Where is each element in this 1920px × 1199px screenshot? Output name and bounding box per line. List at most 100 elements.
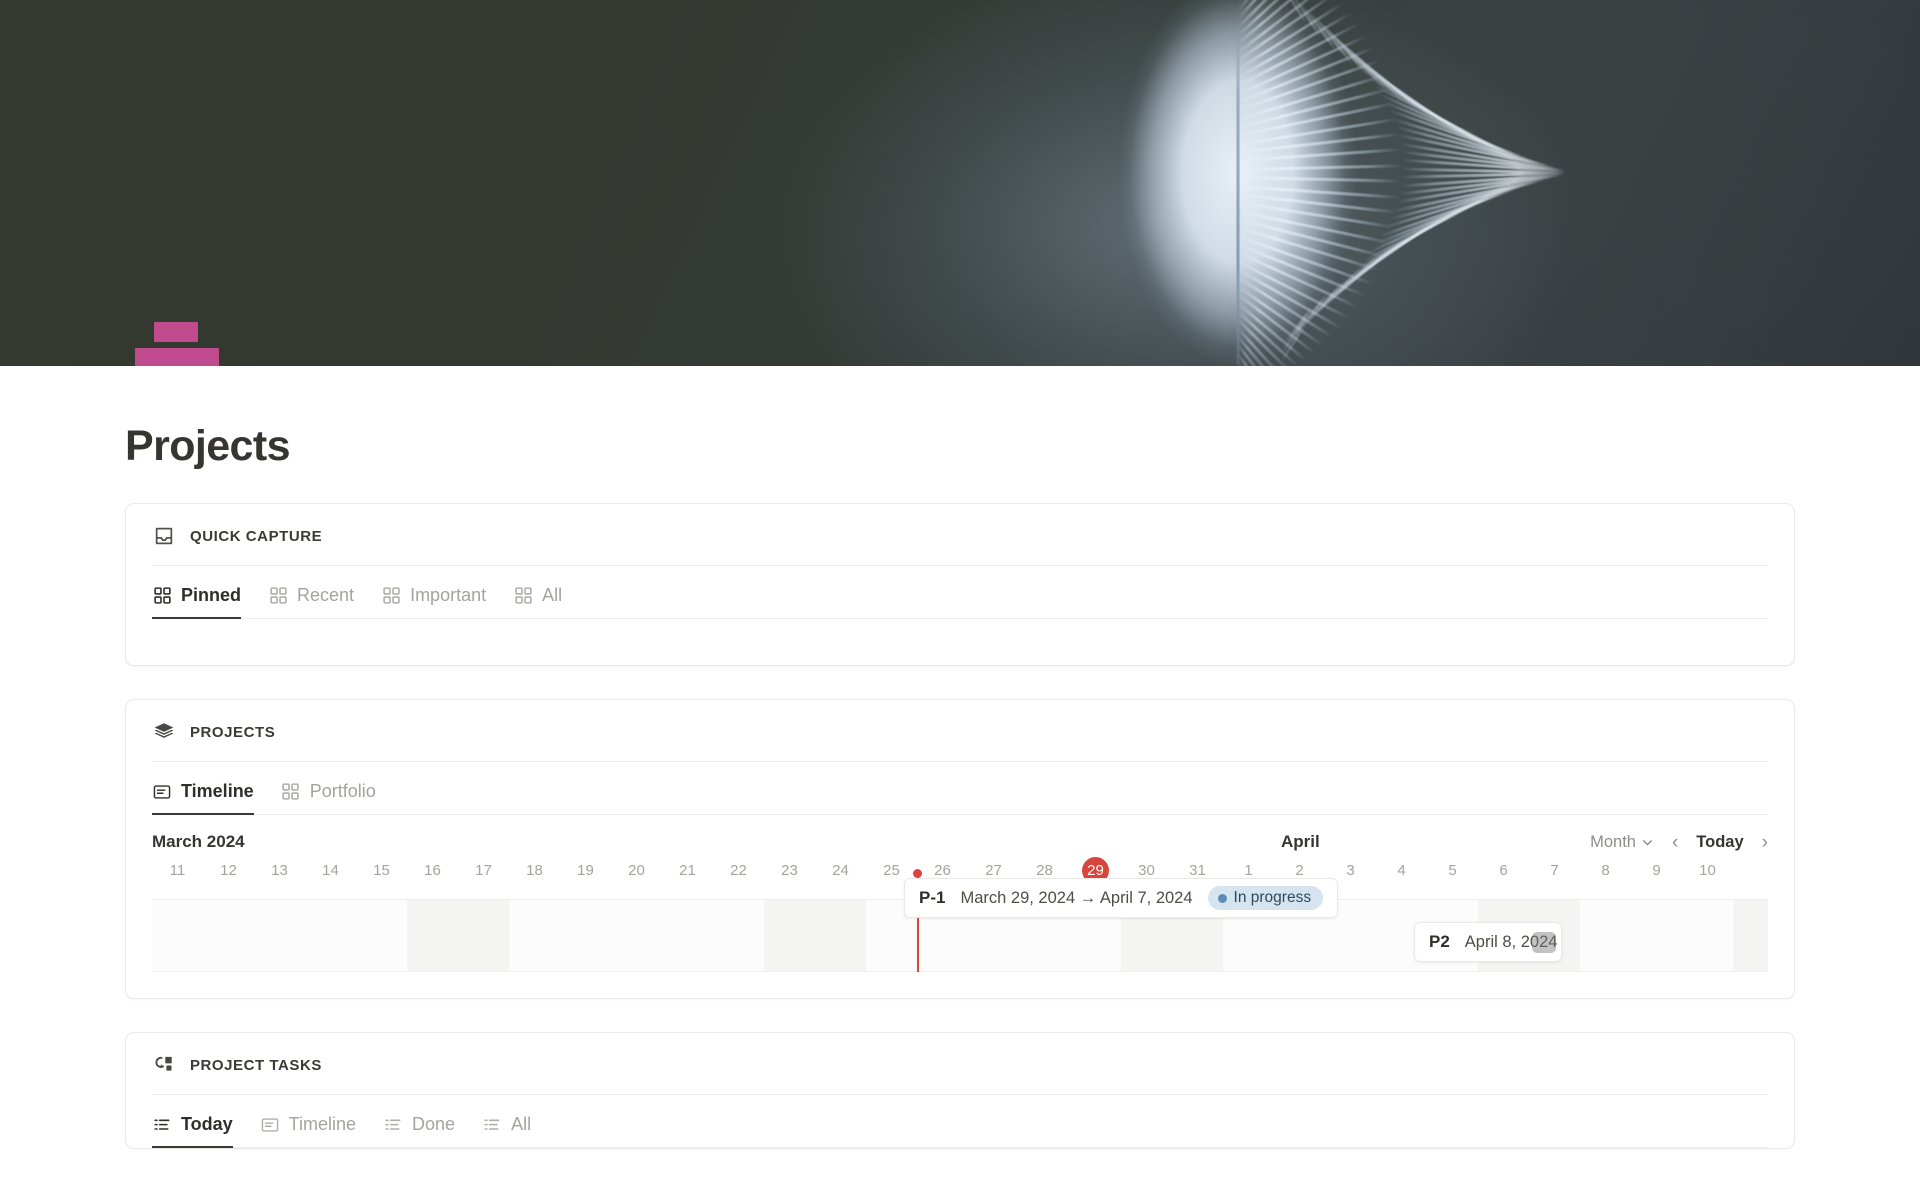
grid-icon (513, 586, 533, 606)
tab-pinned[interactable]: Pinned (152, 585, 242, 620)
timeline-column (611, 900, 662, 972)
tab-tasks-timeline[interactable]: Timeline (260, 1114, 356, 1148)
timeline-column (662, 900, 713, 972)
timeline-day: 8 (1601, 862, 1610, 880)
timeline-item-p1[interactable]: P-1 March 29, 2024 → April 7, 2024 In pr… (904, 878, 1339, 919)
grid-icon (152, 586, 172, 606)
timeline-column (356, 900, 407, 972)
quick-capture-header: QUICK CAPTURE (126, 504, 1794, 565)
timeline-day: 16 (424, 862, 441, 880)
tab-today-label: Today (181, 1114, 233, 1135)
tab-done[interactable]: Done (383, 1114, 455, 1148)
timeline-item-p2-id: P2 (1429, 932, 1450, 952)
timeline-day: 19 (577, 862, 594, 880)
tab-tasks-all-label: All (511, 1114, 532, 1135)
timeline-header: March 2024 April Month ‹ Today › (126, 815, 1794, 852)
timeline-day: 5 (1448, 862, 1457, 880)
inbox-icon (152, 524, 176, 548)
timeline-day: 6 (1499, 862, 1508, 880)
grid-icon (268, 586, 288, 606)
timeline-day: 10 (1699, 862, 1716, 880)
quick-capture-tabs: Pinned Recent Important All (126, 566, 1794, 620)
timeline-day: 22 (730, 862, 747, 880)
quick-capture-title: QUICK CAPTURE (190, 527, 323, 545)
tab-tasks-timeline-label: Timeline (288, 1114, 357, 1135)
page-icon-bar-1 (154, 322, 198, 342)
tab-portfolio-label: Portfolio (309, 781, 376, 802)
tab-all-label: All (542, 585, 563, 606)
timeline-day: 20 (628, 862, 645, 880)
timeline-item-p1-id: P-1 (919, 888, 946, 908)
status-badge: In progress (1207, 886, 1324, 911)
list-icon (152, 1115, 172, 1135)
timeline-day: 4 (1397, 862, 1406, 880)
layers-icon (152, 720, 176, 744)
tab-pinned-label: Pinned (181, 585, 242, 606)
project-tasks-tabs: Today Timeline Done All (126, 1095, 1794, 1149)
tab-done-label: Done (412, 1114, 456, 1135)
project-tasks-title: PROJECT TASKS (190, 1056, 322, 1074)
timeline-day: 18 (526, 862, 543, 880)
tab-important[interactable]: Important (381, 585, 486, 619)
banner-background (0, 0, 1920, 366)
tab-today[interactable]: Today (152, 1114, 233, 1149)
panel-list-icon (260, 1115, 280, 1135)
grid-icon (381, 586, 401, 606)
timeline-day: 15 (373, 862, 390, 880)
list-icon (482, 1115, 502, 1135)
timeline-day: 23 (781, 862, 798, 880)
timeline-column (305, 900, 356, 972)
timeline-column (1682, 900, 1733, 972)
tab-timeline[interactable]: Timeline (152, 781, 254, 816)
quick-capture-empty-body (126, 619, 1794, 665)
tab-tasks-all[interactable]: All (482, 1114, 531, 1148)
timeline-column-weekend (407, 900, 458, 972)
timeline-day: 13 (271, 862, 288, 880)
timeline-column (560, 900, 611, 972)
timeline-column-weekend (764, 900, 815, 972)
projects-header: PROJECTS (126, 700, 1794, 761)
tab-portfolio[interactable]: Portfolio (281, 781, 376, 815)
tab-all[interactable]: All (513, 585, 562, 619)
page-icon[interactable] (135, 322, 227, 366)
status-badge-label: In progress (1233, 889, 1312, 907)
status-dot-icon (1217, 893, 1227, 903)
timeline-day: 17 (475, 862, 492, 880)
timeline-column (713, 900, 764, 972)
grid-icon (281, 782, 301, 802)
timeline-day: 9 (1652, 862, 1661, 880)
timeline-column (509, 900, 560, 972)
timeline-column-weekend (458, 900, 509, 972)
timeline-day: 11 (169, 862, 186, 880)
workflow-icon (152, 1053, 176, 1077)
page-body: Projects QUICK CAPTURE Pinned Recent Imp… (0, 422, 1920, 1150)
project-tasks-header: PROJECT TASKS (126, 1033, 1794, 1094)
timeline-column (203, 900, 254, 972)
quick-capture-card: QUICK CAPTURE Pinned Recent Important Al… (125, 503, 1795, 667)
tab-important-label: Important (410, 585, 487, 606)
timeline-day: 24 (832, 862, 849, 880)
cursor-overlay (1532, 932, 1556, 954)
timeline-day: 21 (679, 862, 696, 880)
timeline-item-p1-range: March 29, 2024 → April 7, 2024 (960, 888, 1193, 907)
tab-timeline-label: Timeline (181, 781, 254, 802)
page-icon-bar-2 (135, 348, 219, 366)
panel-list-icon (152, 782, 172, 802)
project-tasks-card: PROJECT TASKS Today Timeline Done All (125, 1032, 1795, 1150)
tab-recent[interactable]: Recent (268, 585, 354, 619)
projects-title: PROJECTS (190, 723, 276, 741)
timeline-grid-wrap: P-1 March 29, 2024 → April 7, 2024 In pr… (152, 869, 1768, 973)
feather-image (1065, 0, 1566, 366)
page-title: Projects (125, 422, 290, 470)
list-icon (383, 1115, 403, 1135)
timeline-column (1580, 900, 1631, 972)
timeline-column-weekend (815, 900, 866, 972)
projects-card: PROJECTS Timeline Portfolio March 2024 A… (125, 699, 1795, 1000)
timeline-column (1631, 900, 1682, 972)
timeline-day: 7 (1550, 862, 1559, 880)
timeline-day: 12 (220, 862, 237, 880)
timeline-day: 14 (322, 862, 339, 880)
projects-tabs: Timeline Portfolio (126, 762, 1794, 816)
page-banner (0, 0, 1920, 366)
timeline-column (254, 900, 305, 972)
